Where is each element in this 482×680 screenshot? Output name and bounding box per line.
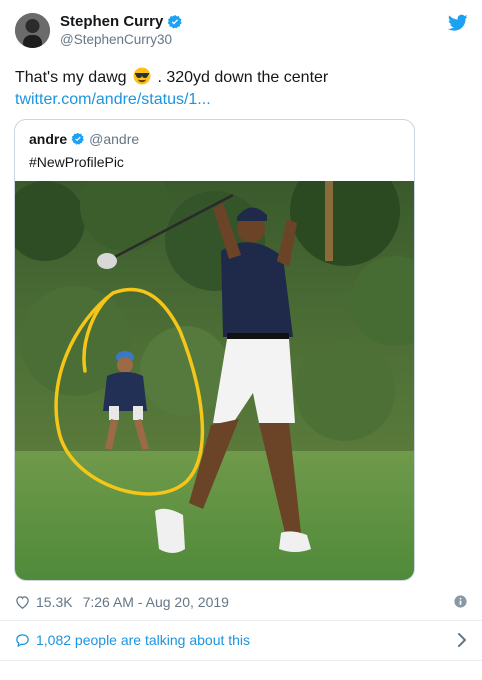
author-handle[interactable]: @StephenCurry30 — [60, 32, 172, 47]
quoted-text: #NewProfilePic — [29, 154, 124, 170]
golf-swing-photo[interactable] — [15, 181, 415, 581]
verified-badge-icon — [168, 14, 183, 29]
quoted-author-name: andre — [29, 131, 68, 147]
twitter-bird-icon[interactable] — [448, 14, 468, 32]
tweet-timestamp[interactable]: 7:26 AM - Aug 20, 2019 — [83, 594, 229, 610]
divider — [0, 620, 482, 621]
embedded-tweet: Stephen Curry @StephenCurry30 That's my … — [0, 0, 482, 680]
author-name[interactable]: Stephen Curry — [60, 13, 163, 30]
talking-count[interactable]: 1,082 people are talking about this — [36, 632, 250, 648]
quoted-author-row: andre @andre — [29, 131, 139, 147]
verified-badge-icon — [71, 132, 84, 145]
chevron-right-icon[interactable] — [457, 632, 467, 648]
info-icon[interactable] — [454, 595, 467, 608]
heart-icon[interactable] — [15, 595, 30, 609]
tweet-text-before: That's my dawg — [15, 69, 127, 86]
author-name-row[interactable]: Stephen Curry — [60, 13, 183, 30]
tweet-link[interactable]: twitter.com/andre/status/1... — [15, 89, 462, 111]
divider — [0, 660, 482, 661]
tweet-meta: 15.3K 7:26 AM - Aug 20, 2019 — [15, 594, 467, 610]
conversation-link[interactable]: 1,082 people are talking about this — [15, 632, 467, 648]
tweet-text: That's my dawg . 320yd down the center t… — [15, 67, 462, 111]
tweet-text-after: . 320yd down the center — [157, 69, 329, 86]
sunglasses-emoji-icon — [133, 67, 151, 85]
quoted-author-handle: @andre — [89, 131, 140, 147]
quoted-tweet[interactable]: andre @andre #NewProfilePic — [14, 119, 415, 581]
likes-count[interactable]: 15.3K — [36, 594, 73, 610]
speech-bubble-icon — [16, 633, 29, 647]
avatar[interactable] — [15, 13, 50, 48]
